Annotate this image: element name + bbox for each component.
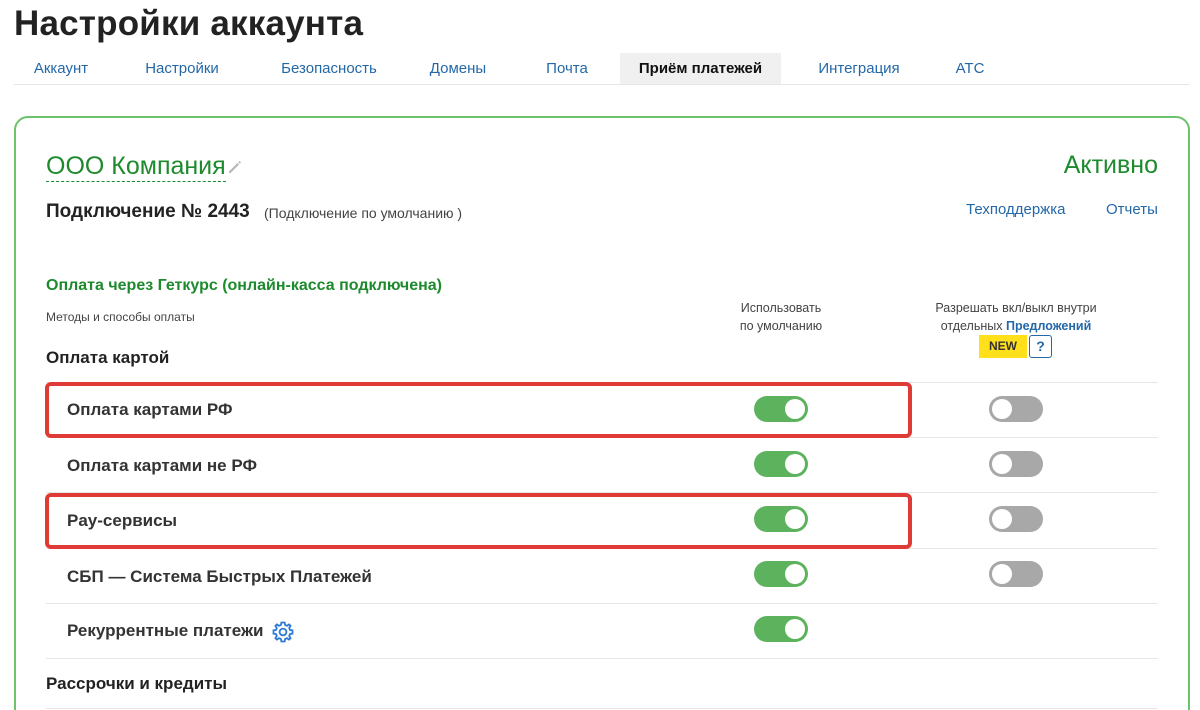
toggle-offers-cards-non-rf[interactable] [989, 451, 1043, 477]
group-label-card: Оплата картой [46, 348, 170, 367]
connection-title: Подключение № 2443 [46, 201, 250, 222]
column-header-default-line2: по умолчанию [739, 319, 823, 333]
divider [46, 603, 1158, 604]
group-label-installments: Рассрочки и кредиты [46, 674, 227, 693]
tab-integration[interactable]: Интеграция [804, 53, 914, 84]
toggle-offers-pay-services[interactable] [989, 506, 1043, 532]
methods-label: Методы и способы оплаты [46, 310, 195, 324]
tab-bar: Аккаунт Настройки Безопасность Домены По… [14, 53, 1190, 85]
tab-pbx[interactable]: АТС [934, 53, 1006, 84]
column-header-offers-line1: Разрешать вкл/выкл внутри [935, 301, 1097, 315]
toggle-default-cards-rf[interactable] [754, 396, 808, 422]
pencil-icon[interactable] [226, 158, 244, 176]
toggle-default-pay-services[interactable] [754, 506, 808, 532]
new-badge: NEW [979, 335, 1027, 358]
row-label-pay-services: Pay-сервисы [67, 511, 178, 530]
toggle-default-cards-non-rf[interactable] [754, 451, 808, 477]
help-button[interactable]: ? [1029, 335, 1052, 358]
payment-section-title: Оплата через Геткурс (онлайн-касса подкл… [46, 277, 442, 294]
column-header-default: Использовать по умолчанию [706, 299, 856, 335]
column-header-offers: Разрешать вкл/выкл внутри отдельных Пред… [905, 299, 1127, 335]
company-name[interactable]: ООО Компания [46, 151, 226, 182]
support-link[interactable]: Техподдержка [966, 201, 1065, 218]
row-label-cards-non-rf: Оплата картами не РФ [67, 456, 257, 475]
row-label-cards-rf: Оплата картами РФ [67, 400, 233, 419]
gear-icon[interactable] [271, 620, 295, 644]
toggle-offers-sbp[interactable] [989, 561, 1043, 587]
divider [46, 492, 1158, 493]
tab-settings[interactable]: Настройки [122, 53, 242, 84]
row-label-recurring: Рекуррентные платежи [67, 621, 264, 640]
tab-security[interactable]: Безопасность [264, 53, 394, 84]
divider [46, 708, 1158, 709]
column-header-offers-prefix: отдельных [940, 319, 1003, 333]
tab-mail[interactable]: Почта [524, 53, 610, 84]
divider [46, 437, 1158, 438]
row-label-sbp: СБП — Система Быстрых Платежей [67, 567, 372, 586]
divider [46, 658, 1158, 659]
toggle-default-recurring[interactable] [754, 616, 808, 642]
status-badge: Активно [1063, 151, 1158, 179]
connection-subtitle: (Подключение по умолчанию ) [264, 205, 463, 221]
toggle-default-sbp[interactable] [754, 561, 808, 587]
toggle-offers-cards-rf[interactable] [989, 396, 1043, 422]
tab-payments[interactable]: Приём платежей [620, 53, 781, 84]
reports-link[interactable]: Отчеты [1106, 201, 1158, 218]
page-title: Настройки аккаунта [14, 4, 364, 43]
divider [46, 548, 1158, 549]
tab-account[interactable]: Аккаунт [14, 53, 108, 84]
column-header-default-line1: Использовать [740, 301, 822, 315]
tab-domains[interactable]: Домены [414, 53, 502, 84]
divider [46, 382, 1158, 383]
offers-link[interactable]: Предложений [1006, 319, 1091, 333]
